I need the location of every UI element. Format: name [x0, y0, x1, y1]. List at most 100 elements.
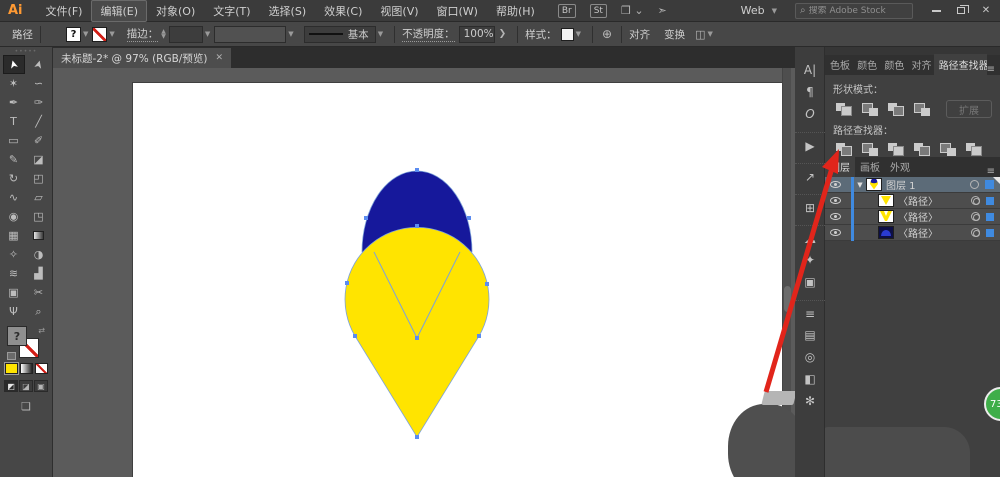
menu-help[interactable]: 帮助(H)	[487, 0, 544, 22]
stroke-weight-label[interactable]: 描边：	[127, 26, 159, 42]
tab-color[interactable]: 颜色	[852, 54, 879, 75]
appearance-panel-icon[interactable]: ◧	[795, 368, 825, 390]
expand-chevron-icon[interactable]: ▼	[854, 181, 866, 189]
isolate-selection-icon[interactable]: ◫	[695, 28, 705, 41]
stock-button[interactable]: St	[590, 4, 607, 18]
visibility-eye-icon[interactable]	[830, 213, 841, 220]
default-fill-stroke-icon[interactable]	[7, 352, 16, 360]
selection-indicator[interactable]	[986, 213, 994, 221]
selection-indicator[interactable]	[986, 229, 994, 237]
tool-slice[interactable]: ✂	[28, 283, 50, 302]
draw-inside-button[interactable]: ▣	[34, 380, 48, 392]
artboards-panel-icon[interactable]: ⊞	[795, 194, 825, 218]
none-button[interactable]	[35, 363, 48, 374]
tool-paintbrush[interactable]: ✐	[28, 131, 50, 150]
tool-mesh[interactable]: ▦	[3, 226, 25, 245]
path-thumbnail[interactable]	[878, 194, 894, 207]
draw-behind-button[interactable]: ◪	[19, 380, 33, 392]
target-circle-icon[interactable]	[971, 228, 980, 237]
fill-box[interactable]: ?	[7, 326, 27, 346]
tool-zoom[interactable]: ⌕	[28, 302, 50, 321]
fill-swatch[interactable]: ?	[66, 27, 81, 42]
chevron-down-icon[interactable]: ▼	[109, 30, 114, 38]
opacity-field[interactable]: 100%	[459, 26, 495, 43]
tool-free-transform[interactable]: ▱	[28, 188, 50, 207]
transparency-panel-icon[interactable]: ◎	[795, 346, 825, 368]
stroke-panel-icon[interactable]: ≡	[795, 300, 825, 324]
align-link[interactable]: 对齐	[629, 27, 650, 42]
chevron-down-icon[interactable]: ▼	[707, 30, 712, 38]
tool-pen[interactable]: ✒	[3, 93, 25, 112]
gradient-button[interactable]	[20, 363, 33, 374]
visibility-eye-icon[interactable]	[830, 197, 841, 204]
restore-button[interactable]	[950, 3, 972, 19]
path-thumbnail[interactable]	[878, 210, 894, 223]
menu-window[interactable]: 窗口(W)	[428, 0, 487, 22]
target-circle-icon[interactable]	[971, 196, 980, 205]
tool-magic-wand[interactable]: ✶	[3, 74, 25, 93]
tab-pathfinder[interactable]: 路径查找器	[934, 54, 987, 75]
path-name[interactable]: 〈路径〉	[898, 225, 971, 240]
more-options-icon[interactable]: ❯	[499, 29, 507, 39]
tab-swatches[interactable]: 色板	[825, 54, 852, 75]
outline-button[interactable]	[937, 141, 959, 158]
intersect-button[interactable]	[885, 101, 907, 118]
yellow-pin-shape[interactable]	[345, 227, 489, 437]
tool-direct-selection[interactable]: ➤	[28, 55, 50, 74]
opacity-label[interactable]: 不透明度：	[402, 26, 455, 42]
tool-blend[interactable]: ◑	[28, 245, 50, 264]
style-swatch[interactable]	[561, 28, 574, 41]
tool-eyedropper[interactable]: ✧	[3, 245, 25, 264]
tool-symbol-sprayer[interactable]: ≋	[3, 264, 25, 283]
stroke-swatch[interactable]	[92, 27, 107, 42]
minimize-button[interactable]	[925, 3, 947, 19]
menu-select[interactable]: 选择(S)	[260, 0, 316, 22]
paragraph-panel-icon[interactable]: ¶	[795, 81, 825, 103]
minus-back-button[interactable]	[963, 141, 985, 158]
document-setup-icon[interactable]: ⊕	[602, 27, 612, 41]
selection-indicator[interactable]	[986, 197, 994, 205]
scrollbar-thumb[interactable]	[784, 286, 791, 312]
path-row[interactable]: 〈路径〉	[825, 209, 1000, 225]
tool-lasso[interactable]: ∽	[28, 74, 50, 93]
tool-width[interactable]: ∿	[3, 188, 25, 207]
settings-gear-icon[interactable]: ✻	[795, 390, 825, 412]
transform-link[interactable]: 变换	[664, 27, 685, 42]
canvas-area[interactable]	[53, 68, 795, 477]
chevron-down-icon[interactable]: ▼	[378, 30, 383, 38]
chevron-down-icon[interactable]: ▼	[83, 30, 88, 38]
visibility-eye-icon[interactable]	[830, 229, 841, 236]
panel-grip[interactable]: •••••	[0, 47, 52, 55]
chevron-down-icon[interactable]: ▼	[576, 30, 581, 38]
tab-color-guide[interactable]: 颜色	[879, 54, 906, 75]
tool-column-graph[interactable]: ▟	[28, 264, 50, 283]
expand-button[interactable]: 扩展	[946, 100, 992, 118]
libraries-panel-icon[interactable]: ▣	[795, 271, 825, 293]
bridge-button[interactable]: Br	[558, 4, 576, 18]
stroke-weight-field[interactable]	[169, 26, 203, 43]
color-button[interactable]	[5, 363, 18, 374]
tool-eraser[interactable]: ◪	[28, 150, 50, 169]
graphic-styles-panel-icon[interactable]: ✦	[795, 249, 825, 271]
screen-mode-button[interactable]: ❏	[0, 400, 52, 413]
tab-appearance[interactable]: 外观	[885, 156, 915, 177]
layer-thumbnail[interactable]	[866, 178, 882, 191]
selection-indicator[interactable]	[985, 180, 994, 189]
tool-pencil[interactable]: ✎	[3, 150, 25, 169]
menu-view[interactable]: 视图(V)	[371, 0, 427, 22]
opentype-panel-icon[interactable]: O	[795, 103, 825, 125]
tool-shape-builder[interactable]: ◉	[3, 207, 25, 226]
minus-front-button[interactable]	[859, 101, 881, 118]
export-panel-icon[interactable]: ↗	[795, 163, 825, 187]
tool-artboard[interactable]: ▣	[3, 283, 25, 302]
document-tab[interactable]: 未标题-2* @ 97% (RGB/预览) ✕	[53, 48, 231, 68]
share-screen-icon[interactable]: ➣	[658, 4, 667, 17]
target-circle-icon[interactable]	[971, 212, 980, 221]
unite-button[interactable]	[833, 101, 855, 118]
tool-line-segment[interactable]: ╱	[28, 112, 50, 131]
tool-rotate[interactable]: ↻	[3, 169, 25, 188]
tool-hand[interactable]: Ψ	[3, 302, 25, 321]
workspace-switcher-icon[interactable]: ❒ ⌄	[621, 4, 644, 17]
path-name[interactable]: 〈路径〉	[898, 193, 971, 208]
gradient-panel-icon[interactable]: ▤	[795, 324, 825, 346]
